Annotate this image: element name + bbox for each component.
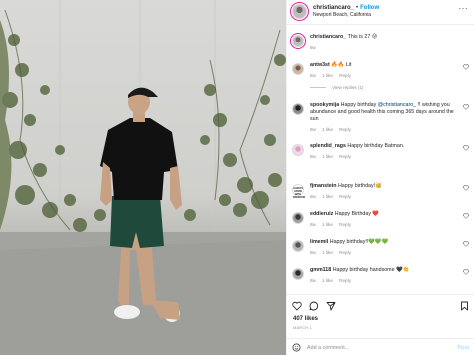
reply-button[interactable]: Reply [339,154,351,159]
commenter-avatar[interactable] [292,268,304,280]
reply-button[interactable]: Reply [339,222,351,227]
comment-likes[interactable]: 1 like [322,194,333,199]
comment-username[interactable]: antw3st [310,62,330,68]
comment-like-icon[interactable] [463,269,469,275]
view-replies-label: View replies (1) [332,85,364,90]
post-header: christiancaro_ • Follow Newport Beach, Cal… [287,0,474,25]
comment-text: 🔥🔥 Lit [331,62,352,68]
post-actions: 407 likes MARCH 1 Post [287,294,474,355]
bookmark-icon[interactable] [460,301,469,311]
comment-age: 8w [310,222,316,227]
commenter-avatar[interactable] [292,144,304,156]
comment-age: 8w [310,73,316,78]
comment-likes[interactable]: 1 like [322,127,333,132]
comment-like-icon[interactable] [463,64,469,70]
comment-age: 8w [310,154,316,159]
post-date: MARCH 1 [293,326,313,330]
share-icon[interactable] [326,301,336,311]
comment-age: 8w [310,194,316,199]
separator-dot: • [356,5,359,11]
post-side-panel: christiancaro_ • Follow Newport Beach, Cal… [286,0,474,355]
post-comment-button[interactable]: Post [457,345,469,351]
comment-icon[interactable] [309,301,319,311]
reply-button[interactable]: Reply [339,250,351,255]
comment-item: antw3st 🔥🔥 Lit 8w 1 like Reply View repl… [292,62,470,90]
comment-text: Happy Birthday ❤️ [334,211,380,217]
comment-age: 8w [310,250,316,255]
comment-likes[interactable]: 1 like [322,222,333,227]
comment-text: Happy birthday [340,102,378,108]
comment-likes[interactable]: 1 like [322,154,333,159]
caption: christiancaro_ This is 27 😜 8w [292,34,470,51]
instagram-post: christiancaro_ • Follow Newport Beach, Cal… [0,0,474,355]
caption-username[interactable]: christiancaro_ [310,34,346,40]
commenter-avatar[interactable] [292,63,304,75]
comment-like-icon[interactable] [463,145,469,151]
commenter-avatar[interactable]: ALWAYS GROW WITH FREEDOM [292,184,305,199]
comment-like-icon[interactable] [463,185,469,191]
comment-text: Happy birthday handsome 🖤👏 [332,267,410,273]
comment-username[interactable]: fjmanstein [310,183,337,189]
author-username[interactable]: christiancaro_ [313,5,354,11]
commenter-avatar[interactable] [292,103,304,115]
comment-item: gmm118 Happy birthday handsome 🖤👏 8w 1 l… [292,267,470,284]
comment-text: Happy birthday Batman. [347,143,405,149]
caption-text: This is 27 😜 [347,34,378,40]
reply-button[interactable]: Reply [339,73,351,78]
heart-icon[interactable] [292,301,302,311]
comment-item: eddieruiz Happy Birthday ❤️ 8w 1 like Re… [292,211,470,228]
comment-username[interactable]: splendid_rags [310,143,346,149]
comment-input[interactable] [307,344,437,351]
comment-username[interactable]: eddieruiz [310,211,333,217]
view-replies-button[interactable]: View replies (1) [310,85,460,90]
commenter-avatar[interactable] [292,212,304,224]
comment-username[interactable]: limemil [310,239,328,245]
comment-likes[interactable]: 1 like [322,250,333,255]
commenter-avatar[interactable] [292,240,304,252]
follow-button[interactable]: Follow [360,5,379,11]
like-count[interactable]: 407 likes [293,316,318,322]
replies-divider [310,87,326,88]
reply-button[interactable]: Reply [339,127,351,132]
author-avatar[interactable] [292,35,304,47]
avatar-logo-text: ALWAYS GROW WITH FREEDOM [293,187,305,199]
emoji-icon[interactable] [292,343,301,352]
comment-like-icon[interactable] [463,104,469,110]
comment-item: spookymija Happy birthday @christiancaro… [292,102,470,133]
comment-likes[interactable]: 1 like [322,73,333,78]
add-comment-bar: Post [287,338,474,355]
comment-text: Happy birthday!🥳 [337,183,382,189]
comment-like-icon[interactable] [463,213,469,219]
post-location[interactable]: Newport Beach, California [313,12,379,19]
comment-age: 8w [310,278,316,283]
reply-button[interactable]: Reply [339,194,351,199]
comment-like-icon[interactable] [463,241,469,247]
comment-item: limemil Happy birthday!!💚💚💚 8w 1 like Re… [292,239,470,256]
comment-likes[interactable]: 1 like [322,278,333,283]
comment-mention[interactable]: @christiancaro_ [378,102,416,108]
comment-age: 8w [310,127,316,132]
comment-item: ALWAYS GROW WITH FREEDOM fjmanstein Happ… [292,183,470,200]
comment-username[interactable]: spookymija [310,102,339,108]
comment-text: Happy birthday!!💚💚💚 [329,239,389,245]
photo-illustration [0,0,286,355]
comment-item: splendid_rags Happy birthday Batman. 8w … [292,143,470,160]
caption-age: 8w [310,45,316,50]
author-avatar[interactable] [292,4,307,19]
post-photo[interactable] [0,0,286,355]
more-options-icon[interactable]: ··· [459,5,469,13]
comment-username[interactable]: gmm118 [310,267,331,273]
reply-button[interactable]: Reply [339,278,351,283]
